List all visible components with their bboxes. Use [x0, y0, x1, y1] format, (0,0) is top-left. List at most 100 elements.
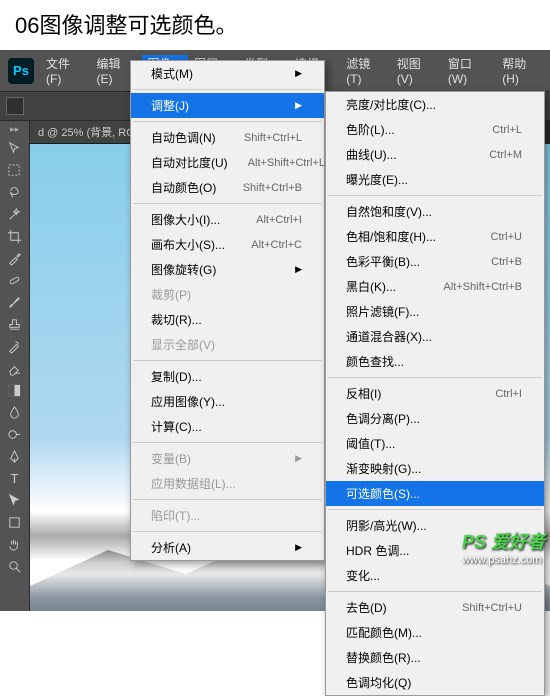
stamp-tool-icon[interactable]: [3, 314, 27, 334]
menu-item[interactable]: 匹配颜色(M)...: [326, 620, 544, 645]
menu-item[interactable]: 裁切(R)...: [131, 307, 324, 332]
menu-item-label: 应用数据组(L)...: [151, 475, 236, 492]
menu-item[interactable]: 曲线(U)...Ctrl+M: [326, 142, 544, 167]
menu-file[interactable]: 文件(F): [40, 55, 90, 86]
menu-item[interactable]: 替换颜色(R)...: [326, 645, 544, 670]
menu-item-label: 色阶(L)...: [346, 121, 395, 138]
menu-shortcut: Ctrl+B: [491, 256, 522, 268]
crop-tool-icon[interactable]: [3, 226, 27, 246]
menu-item[interactable]: 复制(D)...: [131, 364, 324, 389]
menu-item-label: 裁剪(P): [151, 286, 191, 303]
menu-item[interactable]: 照片滤镜(F)...: [326, 299, 544, 324]
menu-item-label: 照片滤镜(F)...: [346, 303, 419, 320]
menu-item-label: 自然饱和度(V)...: [346, 203, 432, 220]
eyedropper-tool-icon[interactable]: [3, 248, 27, 268]
brush-tool-icon[interactable]: [3, 292, 27, 312]
menu-item[interactable]: 模式(M) ▶: [131, 61, 324, 86]
type-tool-icon[interactable]: T: [3, 468, 27, 488]
menu-shortcut: Alt+Ctrl+C: [251, 239, 302, 251]
menu-item[interactable]: 可选颜色(S)...: [326, 481, 544, 506]
menu-item-label: 可选颜色(S)...: [346, 485, 420, 502]
hand-tool-icon[interactable]: [3, 534, 27, 554]
menu-item[interactable]: 图像旋转(G)▶: [131, 257, 324, 282]
menu-item[interactable]: 渐变映射(G)...: [326, 456, 544, 481]
menu-item[interactable]: 应用图像(Y)...: [131, 389, 324, 414]
menu-item-label: 曲线(U)...: [346, 146, 397, 163]
marquee-tool-icon[interactable]: [3, 160, 27, 180]
menu-window[interactable]: 窗口(W): [442, 55, 496, 86]
menu-item-label: 自动颜色(O): [151, 179, 216, 196]
menu-separator: [133, 442, 322, 443]
menu-item-label: 模式(M): [151, 65, 193, 82]
menu-item-label: 色调分离(P)...: [346, 410, 420, 427]
menu-item: 裁剪(P): [131, 282, 324, 307]
menu-item[interactable]: 反相(I)Ctrl+I: [326, 381, 544, 406]
menu-item-label: 变化...: [346, 567, 380, 584]
menu-item[interactable]: 色彩平衡(B)...Ctrl+B: [326, 249, 544, 274]
menu-item[interactable]: 自动颜色(O)Shift+Ctrl+B: [131, 175, 324, 200]
gradient-tool-icon[interactable]: [3, 380, 27, 400]
history-brush-icon[interactable]: [3, 336, 27, 356]
blur-tool-icon[interactable]: [3, 402, 27, 422]
menu-item[interactable]: 色调分离(P)...: [326, 406, 544, 431]
menu-item: 显示全部(V): [131, 332, 324, 357]
menu-item-label: 亮度/对比度(C)...: [346, 96, 436, 113]
healing-tool-icon[interactable]: [3, 270, 27, 290]
page-title: 06图像调整可选颜色。: [0, 0, 550, 50]
menu-item[interactable]: 颜色查找...: [326, 349, 544, 374]
menu-item-label: 陷印(T)...: [151, 507, 200, 524]
menu-separator: [133, 531, 322, 532]
submenu-arrow-icon: ▶: [295, 264, 302, 275]
menu-item-label: 调整(J): [151, 97, 189, 114]
menu-item[interactable]: 变化...: [326, 563, 544, 588]
menu-item[interactable]: 自然饱和度(V)...: [326, 199, 544, 224]
menu-shortcut: Alt+Shift+Ctrl+B: [443, 281, 522, 293]
menu-item[interactable]: 色相/饱和度(H)...Ctrl+U: [326, 224, 544, 249]
menu-item[interactable]: 去色(D)Shift+Ctrl+U: [326, 595, 544, 620]
menu-item[interactable]: 曝光度(E)...: [326, 167, 544, 192]
menu-item[interactable]: 通道混合器(X)...: [326, 324, 544, 349]
menu-item-label: 通道混合器(X)...: [346, 328, 432, 345]
menu-item[interactable]: 阈值(T)...: [326, 431, 544, 456]
menu-separator: [328, 195, 542, 196]
menu-shortcut: Shift+Ctrl+U: [462, 602, 522, 614]
lasso-tool-icon[interactable]: [3, 182, 27, 202]
menu-item[interactable]: 黑白(K)... Alt+Shift+Ctrl+B: [326, 274, 544, 299]
menu-item-label: 图像大小(I)...: [151, 211, 220, 228]
menu-item[interactable]: 计算(C)...: [131, 414, 324, 439]
eraser-tool-icon[interactable]: [3, 358, 27, 378]
tools-panel: ▸▸ T: [0, 121, 30, 611]
menu-item: 变量(B)▶: [131, 446, 324, 471]
menu-item-label: 画布大小(S)...: [151, 236, 225, 253]
move-tool-icon[interactable]: [3, 138, 27, 158]
menu-item-label: 色调均化(Q): [346, 674, 411, 691]
menu-shortcut: Alt+Ctrl+I: [256, 214, 302, 226]
pen-tool-icon[interactable]: [3, 446, 27, 466]
menu-item-label: 计算(C)...: [151, 418, 202, 435]
menu-item[interactable]: 图像大小(I)... Alt+Ctrl+I: [131, 207, 324, 232]
menu-item: 应用数据组(L)...: [131, 471, 324, 496]
expand-arrow-icon[interactable]: ▸▸: [3, 123, 27, 135]
dodge-tool-icon[interactable]: [3, 424, 27, 444]
path-tool-icon[interactable]: [3, 490, 27, 510]
menu-item[interactable]: 自动色调(N)Shift+Ctrl+L: [131, 125, 324, 150]
wand-tool-icon[interactable]: [3, 204, 27, 224]
menu-filter[interactable]: 滤镜(T): [340, 55, 390, 86]
menu-item-label: 应用图像(Y)...: [151, 393, 225, 410]
menu-item[interactable]: 自动对比度(U)Alt+Shift+Ctrl+L: [131, 150, 324, 175]
menu-item[interactable]: 亮度/对比度(C)...: [326, 92, 544, 117]
menu-item[interactable]: 画布大小(S)... Alt+Ctrl+C: [131, 232, 324, 257]
menu-item-label: 自动对比度(U): [151, 154, 228, 171]
menu-item[interactable]: 分析(A)▶: [131, 535, 324, 560]
zoom-tool-icon[interactable]: [3, 556, 27, 576]
menu-item-label: 黑白(K)...: [346, 278, 396, 295]
menu-item[interactable]: 色阶(L)...Ctrl+L: [326, 117, 544, 142]
menu-item-label: 分析(A): [151, 539, 191, 556]
shape-tool-icon[interactable]: [3, 512, 27, 532]
menu-item[interactable]: 调整(J)▶: [131, 93, 324, 118]
menu-item[interactable]: 色调均化(Q): [326, 670, 544, 695]
menu-help[interactable]: 帮助(H): [496, 55, 548, 86]
tool-preset-icon[interactable]: [6, 97, 24, 115]
submenu-arrow-icon: ▶: [295, 68, 302, 79]
menu-view[interactable]: 视图(V): [391, 55, 442, 86]
